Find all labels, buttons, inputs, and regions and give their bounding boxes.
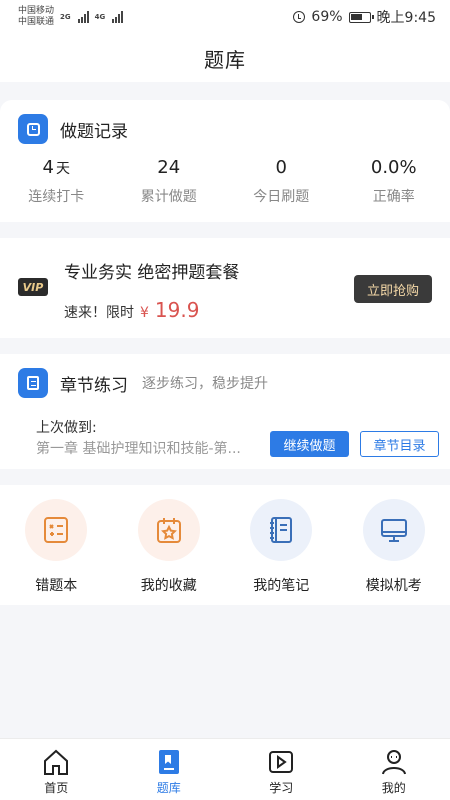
bottom-tab-bar: 首页 题库 学习 我的: [0, 738, 450, 800]
stat-unit: 天: [55, 161, 70, 177]
features-row: 错题本 我的收藏 我的笔记 模拟机考: [0, 485, 450, 605]
stat-label: 累计做题: [140, 189, 197, 205]
tab-label: 学习: [269, 781, 294, 795]
carrier-2: 中国联通: [18, 17, 55, 27]
network-type-1: 2G: [60, 13, 71, 21]
question-bank-icon: [158, 750, 179, 774]
app-header: 题库: [0, 34, 450, 82]
carrier-info: 中国移动 中国联通 2G 4G: [18, 6, 124, 28]
stat-label: 今日刷题: [253, 189, 310, 205]
carrier-names: 中国移动 中国联通: [18, 6, 54, 28]
record-icon: [18, 114, 48, 144]
stat-total[interactable]: 24 累计做题: [113, 156, 226, 206]
home-icon: [44, 749, 69, 775]
feature-label: 我的笔记: [253, 578, 310, 594]
notes-icon: [250, 499, 313, 561]
stat-value: 0: [275, 157, 287, 178]
battery-icon: [348, 11, 374, 23]
stat-value: 24: [157, 157, 181, 178]
record-card[interactable]: 做题记录 4天 连续打卡 24 累计做题 0 今日刷题 0.0% 正确率: [0, 100, 450, 222]
vip-promo-text: 速来！限时: [64, 305, 134, 321]
last-position-label: 上次做到:: [36, 420, 97, 436]
chapter-catalog-button[interactable]: 章节目录: [360, 431, 439, 457]
study-icon: [269, 751, 294, 773]
vip-icon: VIP: [18, 278, 48, 296]
continue-button[interactable]: 继续做题: [270, 431, 349, 457]
vip-price: 19.9: [154, 298, 200, 322]
signal-icon: [77, 11, 89, 23]
feature-notes[interactable]: 我的笔记: [225, 485, 338, 605]
signal-icon-2: [112, 11, 124, 23]
carrier-1: 中国移动: [18, 6, 55, 16]
stat-streak[interactable]: 4天 连续打卡: [0, 156, 113, 206]
vip-title: 专业务实 绝密押题套餐: [64, 263, 240, 283]
feature-favorites[interactable]: 我的收藏: [113, 485, 226, 605]
wrong-questions-icon: [25, 499, 88, 561]
stat-label: 连续打卡: [28, 189, 85, 205]
stat-accuracy[interactable]: 0.0% 正确率: [338, 156, 450, 206]
chapter-icon: [18, 368, 48, 398]
record-header: 做题记录: [0, 100, 450, 144]
feature-mock-exam[interactable]: 模拟机考: [338, 485, 450, 605]
favorites-icon: [137, 499, 200, 561]
battery-percent: 69%: [311, 9, 343, 25]
feature-label: 我的收藏: [140, 578, 197, 594]
vip-badge: VIP: [18, 278, 48, 296]
tab-question-bank[interactable]: 题库: [113, 739, 226, 800]
stat-label: 正确率: [372, 189, 415, 205]
feature-label: 模拟机考: [365, 578, 422, 594]
stat-today[interactable]: 0 今日刷题: [225, 156, 338, 206]
network-type-2: 4G: [94, 13, 106, 21]
stat-value: 0.0%: [370, 157, 417, 178]
stat-value: 4: [42, 157, 54, 178]
chapter-title: 章节练习: [60, 375, 128, 396]
battery-fill: [350, 13, 363, 20]
tab-label: 首页: [44, 781, 69, 795]
status-bar: 中国移动 中国联通 2G 4G 69% 晚上9:45: [0, 0, 450, 34]
chapter-subtitle: 逐步练习，稳步提升: [142, 376, 268, 392]
tab-label: 我的: [381, 781, 406, 795]
tab-label: 题库: [156, 781, 181, 795]
feature-label: 错题本: [35, 578, 78, 594]
tab-study[interactable]: 学习: [225, 739, 338, 800]
buy-now-button[interactable]: 立即抢购: [354, 275, 432, 303]
feature-wrong-questions[interactable]: 错题本: [0, 485, 113, 605]
alarm-icon: [293, 11, 306, 23]
page-title: 题库: [204, 47, 246, 72]
vip-promo: 速来！限时 ¥ 19.9: [64, 298, 199, 322]
profile-icon: [381, 750, 406, 775]
chapter-header: 章节练习 逐步练习，稳步提升: [0, 354, 450, 398]
status-right: 69% 晚上9:45: [293, 7, 436, 27]
tab-profile[interactable]: 我的: [338, 739, 450, 800]
vip-currency: ¥: [140, 305, 149, 321]
mock-exam-icon: [362, 499, 425, 561]
clock: 晚上9:45: [376, 10, 436, 26]
tab-home[interactable]: 首页: [0, 739, 113, 800]
record-stats: 4天 连续打卡 24 累计做题 0 今日刷题 0.0% 正确率: [0, 156, 450, 206]
last-chapter-text: 第一章 基础护理知识和技能-第...: [36, 441, 241, 457]
record-title: 做题记录: [60, 121, 128, 142]
